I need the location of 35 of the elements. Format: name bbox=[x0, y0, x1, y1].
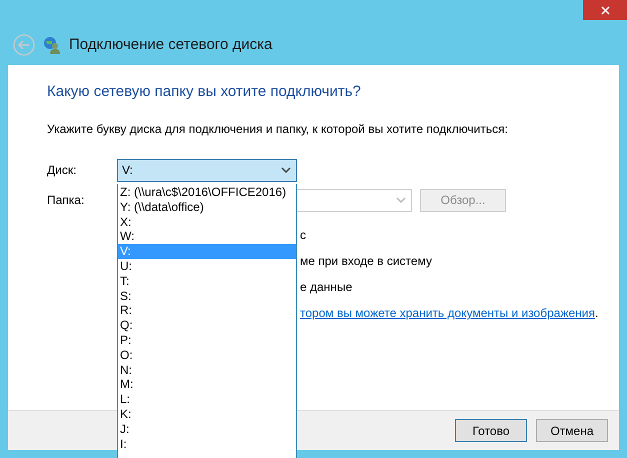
drive-option[interactable]: W: bbox=[118, 229, 296, 244]
drive-option[interactable]: I: bbox=[118, 436, 296, 452]
drive-option[interactable]: Q: bbox=[118, 318, 296, 333]
chevron-icon bbox=[396, 197, 406, 203]
close-button[interactable] bbox=[583, 0, 627, 20]
drive-option[interactable]: T: bbox=[118, 274, 296, 289]
drive-option[interactable]: S: bbox=[118, 288, 296, 304]
option-text: ме при входе в систему bbox=[300, 254, 432, 268]
drive-option[interactable]: X: bbox=[118, 214, 296, 230]
drive-option[interactable]: L: bbox=[118, 392, 296, 407]
drive-option[interactable]: M: bbox=[118, 377, 296, 392]
network-drive-icon bbox=[43, 36, 61, 54]
dialog-button[interactable]: Отмена bbox=[536, 419, 608, 442]
drive-option[interactable]: U: bbox=[118, 258, 296, 274]
instruction-text: Укажите букву диска для подключения и папку, к которой вы хотите подключиться: bbox=[47, 122, 509, 136]
chevron-icon bbox=[281, 167, 291, 173]
drive-option[interactable]: O: bbox=[118, 348, 296, 363]
link[interactable]: тором вы можете хранить документы и изображения bbox=[300, 306, 595, 320]
heading: Какую сетевую папку вы хотите подключить? bbox=[47, 83, 362, 100]
drive-option[interactable]: K: bbox=[118, 406, 296, 422]
drive-option[interactable]: Y: (\\data\office) bbox=[118, 200, 296, 215]
period-text: . bbox=[594, 306, 598, 320]
drive-option[interactable]: N: bbox=[118, 362, 296, 378]
drive-option[interactable]: R: bbox=[118, 303, 296, 318]
drive-dropdown[interactable]: V: bbox=[117, 158, 297, 182]
option-text: с bbox=[300, 228, 306, 242]
option-text: е данные bbox=[300, 280, 352, 294]
drive-option[interactable]: Z: (\\ura\c$\2016\OFFICE2016) bbox=[118, 185, 296, 200]
close-icon bbox=[600, 6, 610, 14]
window-title: Подключение сетевого диска bbox=[69, 36, 272, 53]
drive-option[interactable]: J: bbox=[118, 422, 296, 437]
drive-label: Диск: bbox=[47, 163, 78, 177]
drive-option[interactable]: P: bbox=[118, 332, 296, 348]
folder-label: Папка: bbox=[47, 193, 86, 207]
dialog-button[interactable]: Готово bbox=[455, 419, 527, 442]
